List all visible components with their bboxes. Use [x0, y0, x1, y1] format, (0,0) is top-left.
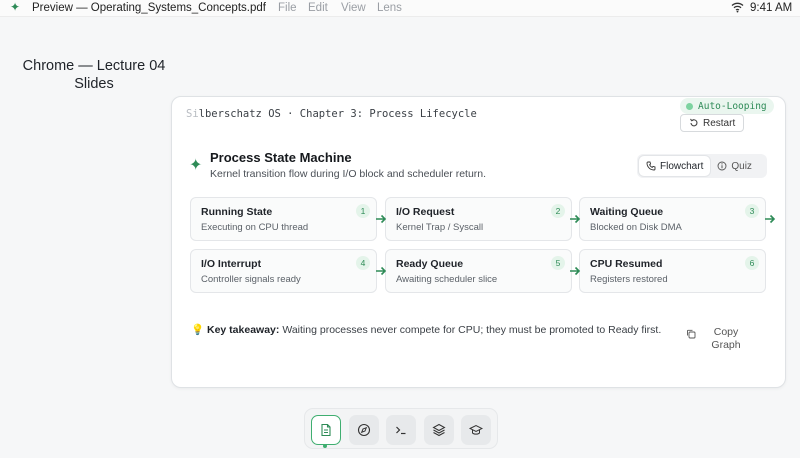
step-number-badge: 5 — [551, 256, 565, 270]
sparkle-icon: ✦ — [189, 157, 203, 174]
window-label: Chrome — Lecture 04 Slides — [22, 58, 166, 92]
step-number-badge: 6 — [745, 256, 759, 270]
step-title: I/O Request — [396, 206, 455, 218]
lesson-card: Silberschatz OS · Chapter 3: Process Lif… — [171, 96, 786, 388]
page-title: Process State Machine — [210, 150, 352, 165]
step-card[interactable]: I/O Interrupt Controller signals ready 4 — [190, 249, 377, 293]
document-button[interactable] — [311, 415, 341, 445]
copy-icon — [687, 329, 696, 339]
layers-icon — [432, 423, 446, 437]
step-subtitle: Awaiting scheduler slice — [396, 274, 498, 285]
step-card[interactable]: CPU Resumed Registers restored 6 — [579, 249, 766, 293]
restart-icon — [690, 118, 698, 127]
step-subtitle: Kernel Trap / Syscall — [396, 222, 484, 233]
menu-file[interactable]: File — [278, 2, 297, 14]
key-takeaway: 💡 Key takeaway: Waiting processes never … — [191, 324, 662, 336]
status-dot-icon — [686, 102, 693, 110]
step-title: Running State — [201, 206, 273, 218]
page-subtitle: Kernel transition flow during I/O block … — [210, 168, 487, 180]
step-subtitle: Registers restored — [590, 274, 668, 285]
lightbulb-icon: 💡 — [191, 324, 205, 336]
copy-graph-button[interactable]: Copy Graph — [686, 326, 748, 352]
step-subtitle: Executing on CPU thread — [201, 222, 309, 233]
step-number-badge: 1 — [356, 204, 370, 218]
auto-looping-badge: Auto-Looping — [680, 98, 774, 114]
card-header-title: Silberschatz OS · Chapter 3: Process Lif… — [186, 108, 477, 120]
graduation-cap-icon — [469, 424, 483, 435]
menu-view[interactable]: View — [341, 2, 366, 14]
phone-icon — [646, 161, 656, 171]
step-subtitle: Controller signals ready — [201, 274, 301, 285]
step-number-badge: 4 — [356, 256, 370, 270]
explore-button[interactable] — [349, 415, 379, 445]
bottom-dock — [304, 408, 498, 449]
step-title: Waiting Queue — [590, 206, 664, 218]
menu-bar: ✦ Preview — Operating_Systems_Concepts.p… — [0, 0, 800, 17]
arrow-right-icon — [570, 214, 581, 224]
menu-lens[interactable]: Lens — [377, 2, 402, 14]
step-card[interactable]: Ready Queue Awaiting scheduler slice 5 — [385, 249, 572, 293]
sparkle-icon: ✦ — [10, 0, 21, 14]
wifi-icon — [731, 2, 744, 13]
step-number-badge: 3 — [745, 204, 759, 218]
terminal-icon — [396, 426, 406, 435]
arrow-right-icon — [376, 266, 387, 276]
window-title: Preview — Operating_Systems_Concepts.pdf — [32, 2, 266, 14]
layers-button[interactable] — [424, 415, 454, 445]
learn-button[interactable] — [461, 415, 491, 445]
info-icon — [717, 161, 727, 171]
arrow-right-icon — [765, 214, 776, 224]
terminal-button[interactable] — [386, 415, 416, 445]
compass-icon — [357, 423, 371, 437]
menu-edit[interactable]: Edit — [308, 2, 328, 14]
restart-button[interactable]: Restart — [680, 114, 745, 132]
view-toggle: Flowchart Quiz — [637, 154, 767, 178]
active-indicator — [323, 444, 327, 448]
step-title: I/O Interrupt — [201, 258, 262, 270]
step-title: Ready Queue — [396, 258, 464, 270]
arrow-right-icon — [570, 266, 581, 276]
step-card[interactable]: Running State Executing on CPU thread 1 — [190, 197, 377, 241]
step-card[interactable]: I/O Request Kernel Trap / Syscall 2 — [385, 197, 572, 241]
step-number-badge: 2 — [551, 204, 565, 218]
document-icon — [321, 423, 331, 437]
arrow-right-icon — [376, 214, 387, 224]
step-card[interactable]: Waiting Queue Blocked on Disk DMA 3 — [579, 197, 766, 241]
step-title: CPU Resumed — [590, 258, 663, 270]
step-subtitle: Blocked on Disk DMA — [590, 222, 682, 233]
clock: 9:41 AM — [750, 2, 793, 14]
quiz-tab[interactable]: Quiz — [710, 156, 759, 176]
flowchart-tab[interactable]: Flowchart — [639, 156, 711, 176]
